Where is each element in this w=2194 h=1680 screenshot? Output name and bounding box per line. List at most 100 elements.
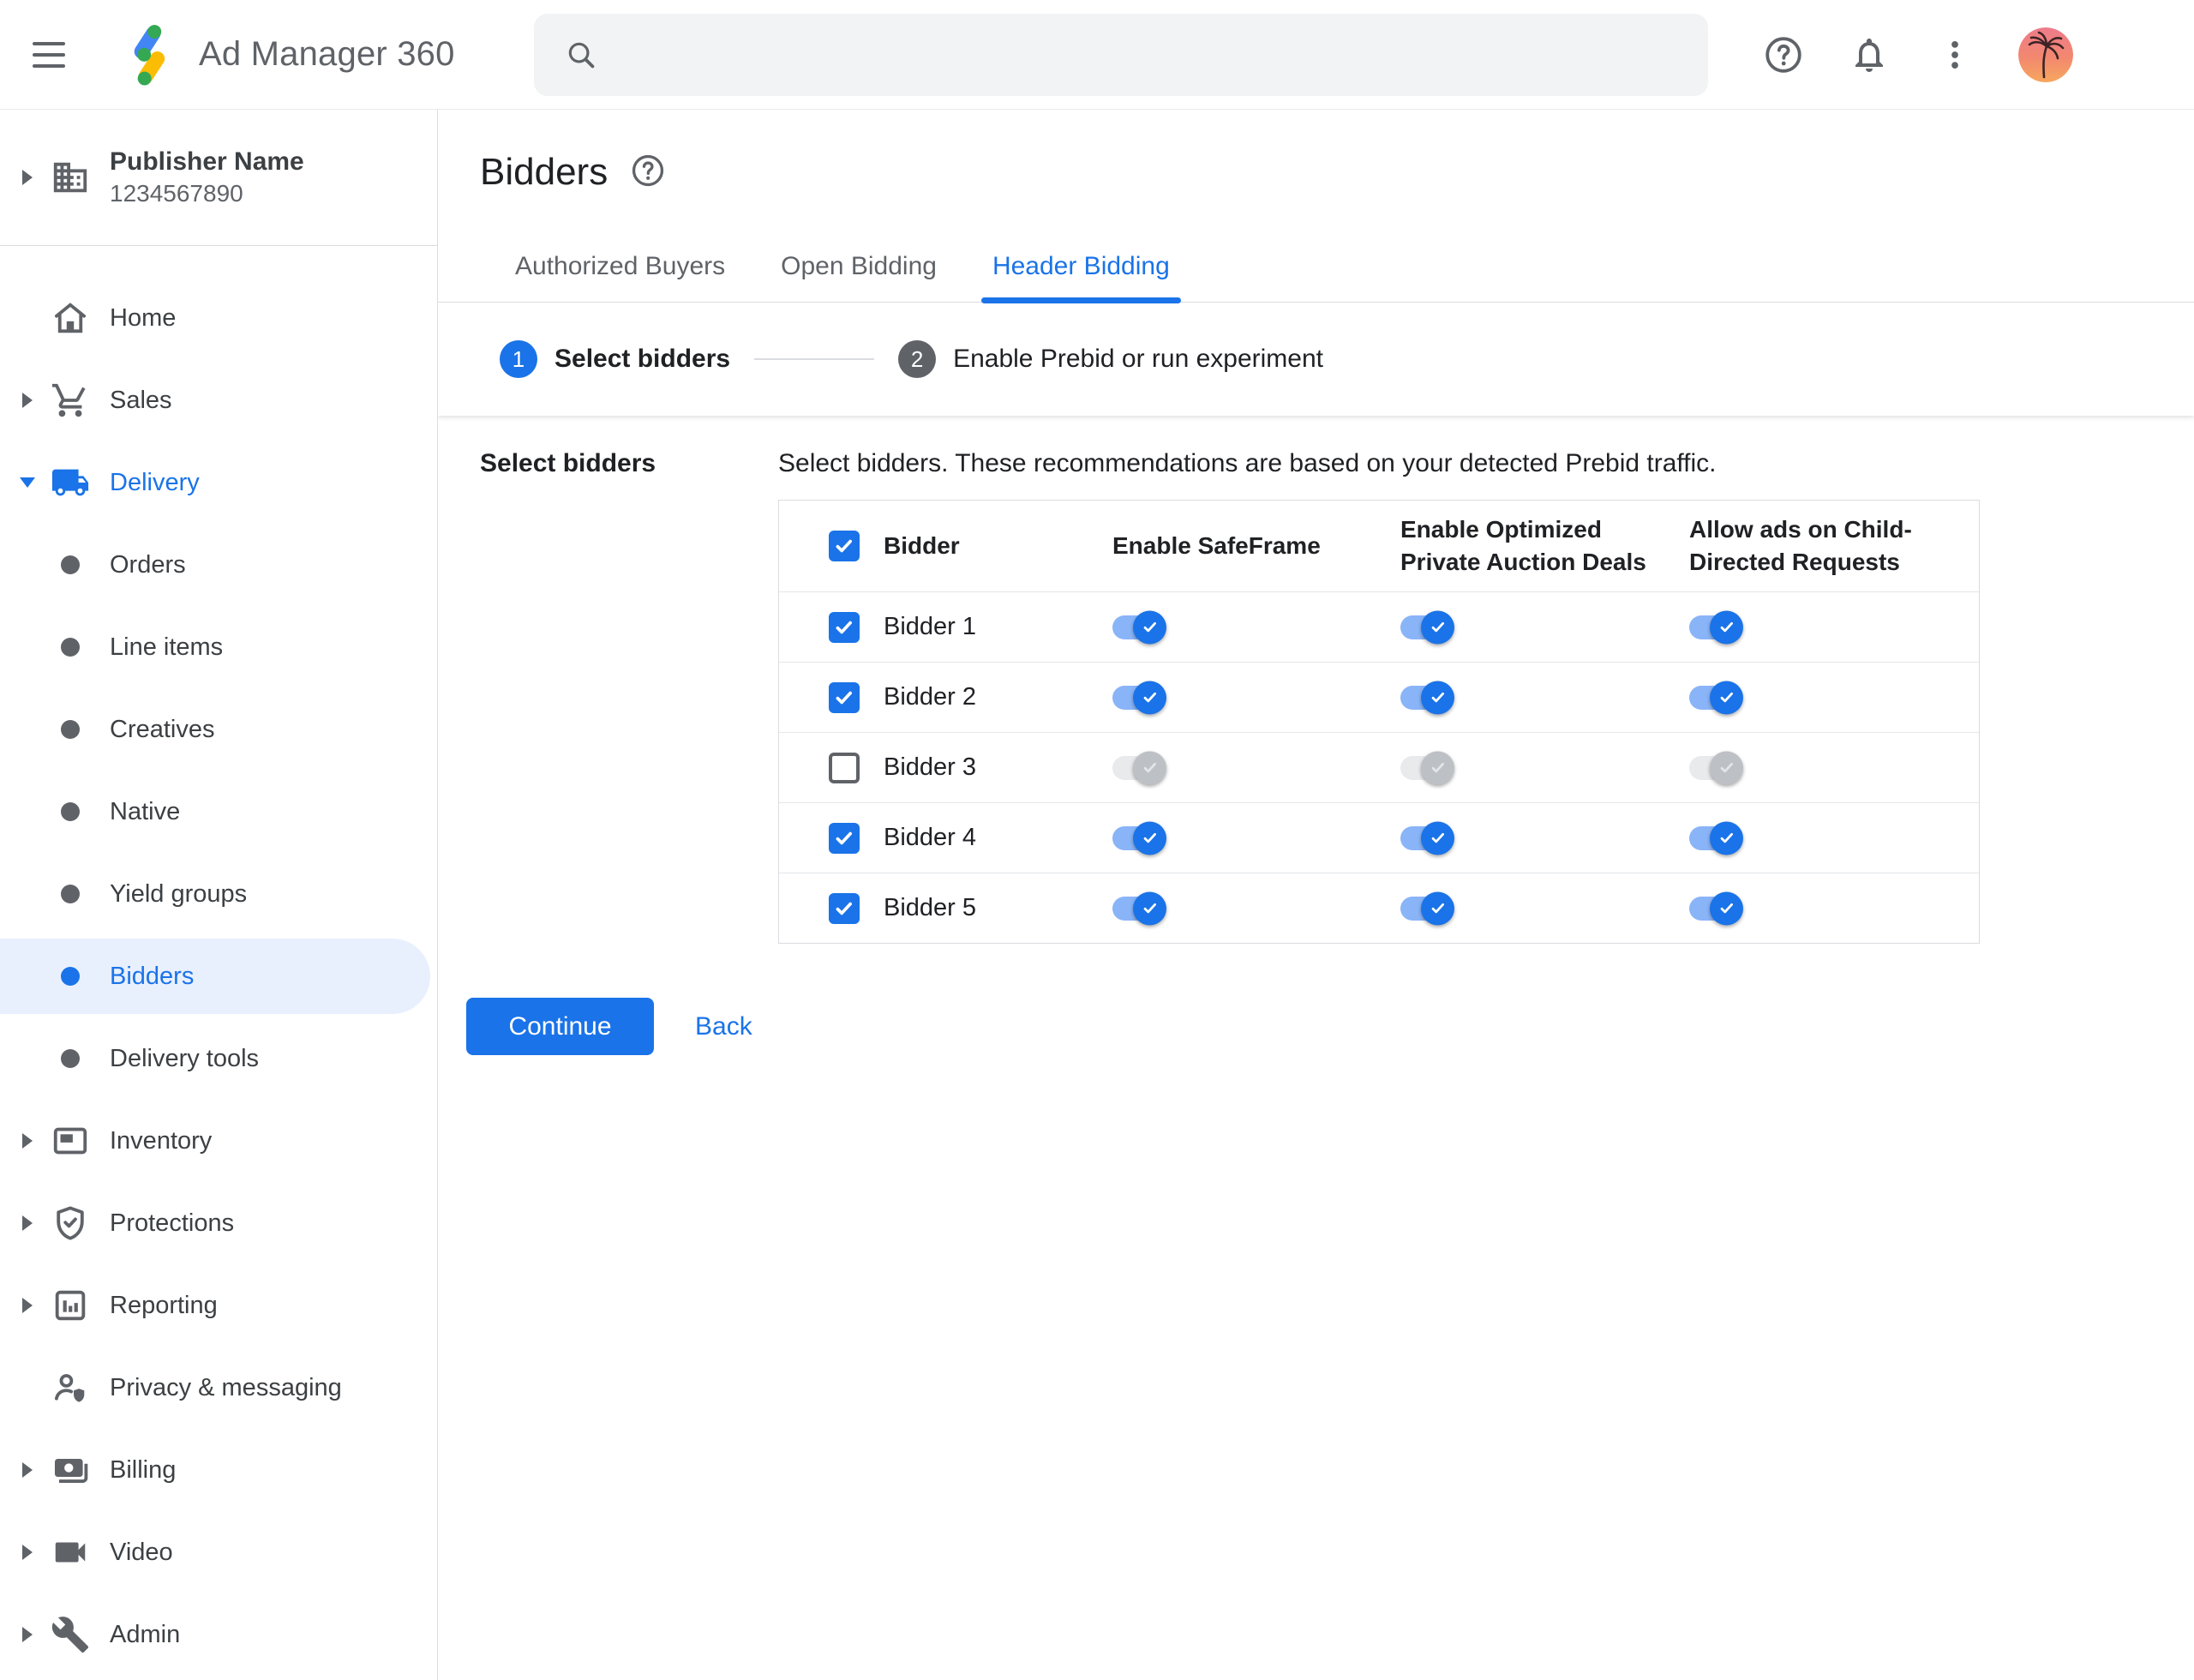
publisher-switcher[interactable]: Publisher Name 1234567890: [0, 110, 437, 246]
bidder-name: Bidder 5: [884, 894, 977, 921]
safeframe-toggle[interactable]: [1112, 751, 1166, 784]
sidebar-item-sales[interactable]: Sales: [0, 359, 437, 441]
tab-open-bidding[interactable]: Open Bidding: [781, 247, 937, 302]
sidebar-item-line-items[interactable]: Line items: [0, 606, 437, 688]
home-icon: [50, 297, 91, 339]
step-2-label: Enable Prebid or run experiment: [953, 345, 1323, 373]
help-icon[interactable]: [1761, 33, 1806, 77]
optimized-deals-toggle[interactable]: [1400, 681, 1454, 714]
tab-header-bidding[interactable]: Header Bidding: [980, 247, 1181, 303]
sidebar-item-label: Native: [110, 797, 181, 825]
notifications-icon[interactable]: [1847, 33, 1891, 77]
sidebar-item-home[interactable]: Home: [0, 277, 437, 359]
sidebar-item-privacy-messaging[interactable]: Privacy & messaging: [0, 1347, 437, 1429]
safeframe-toggle[interactable]: [1112, 821, 1166, 855]
payments-icon: [50, 1449, 91, 1491]
tab-authorized-buyers[interactable]: Authorized Buyers: [515, 247, 725, 302]
expand-caret-icon[interactable]: [10, 1545, 45, 1560]
sidebar-item-label: Protections: [110, 1209, 235, 1237]
sidebar-item-delivery-tools[interactable]: Delivery tools: [0, 1017, 437, 1100]
select-all-checkbox[interactable]: [829, 531, 860, 561]
optimized-deals-toggle[interactable]: [1400, 610, 1454, 644]
sidebar-item-label: Line items: [110, 633, 224, 661]
row-checkbox[interactable]: [829, 892, 860, 924]
optimized-deals-toggle[interactable]: [1400, 821, 1454, 855]
more-vert-icon[interactable]: [1933, 33, 1977, 77]
bullet-icon: [50, 709, 91, 750]
child-directed-toggle[interactable]: [1689, 821, 1743, 855]
video-camera-icon: [50, 1532, 91, 1573]
row-checkbox[interactable]: [829, 611, 860, 643]
sidebar-item-bidders[interactable]: Bidders: [0, 935, 437, 1017]
child-directed-toggle[interactable]: [1689, 681, 1743, 714]
child-directed-toggle[interactable]: [1689, 891, 1743, 925]
sidebar-item-yield-groups[interactable]: Yield groups: [0, 853, 437, 935]
bidder-name: Bidder 3: [884, 753, 977, 781]
sidebar-item-orders[interactable]: Orders: [0, 524, 437, 606]
expand-caret-icon[interactable]: [10, 1133, 45, 1149]
expand-caret-icon[interactable]: [10, 1298, 45, 1313]
sidebar-item-label: Delivery: [110, 468, 200, 496]
bullet-icon: [50, 956, 91, 997]
sidebar-item-native[interactable]: Native: [0, 771, 437, 853]
sidebar-item-reporting[interactable]: Reporting: [0, 1264, 437, 1347]
row-checkbox[interactable]: [829, 681, 860, 713]
sidebar-item-creatives[interactable]: Creatives: [0, 688, 437, 771]
person-shield-icon: [50, 1367, 91, 1408]
bidder-name: Bidder 4: [884, 824, 977, 851]
sidebar-item-admin[interactable]: Admin: [0, 1593, 437, 1676]
continue-button[interactable]: Continue: [466, 998, 654, 1055]
search-bar[interactable]: [533, 13, 1708, 96]
expand-caret-icon[interactable]: [10, 170, 45, 185]
row-checkbox[interactable]: [829, 822, 860, 854]
optimized-deals-toggle[interactable]: [1400, 891, 1454, 925]
sidebar-item-label: Video: [110, 1538, 173, 1566]
child-directed-toggle[interactable]: [1689, 751, 1743, 784]
table-row: Bidder 3: [779, 732, 1979, 802]
sidebar-item-label: Orders: [110, 550, 186, 579]
sidebar-item-protections[interactable]: Protections: [0, 1182, 437, 1264]
ad-manager-logo: [134, 24, 165, 86]
safeframe-toggle[interactable]: [1112, 891, 1166, 925]
inventory-icon: [50, 1120, 91, 1161]
step-content: Select bidders Select bidders. These rec…: [438, 416, 2194, 1055]
sidebar-item-label: Privacy & messaging: [110, 1373, 342, 1401]
sidebar-item-billing[interactable]: Billing: [0, 1429, 437, 1511]
column-header-safeframe: Enable SafeFrame: [1112, 532, 1321, 559]
avatar[interactable]: [2017, 27, 2073, 82]
expand-caret-icon[interactable]: [10, 393, 45, 408]
optimized-deals-toggle[interactable]: [1400, 751, 1454, 784]
search-input[interactable]: [617, 13, 1708, 96]
bar-chart-icon: [50, 1285, 91, 1326]
expand-caret-icon[interactable]: [10, 1215, 45, 1231]
row-checkbox[interactable]: [829, 752, 860, 783]
expand-caret-icon[interactable]: [10, 1462, 45, 1478]
page-header: Bidders Authorized Buyers Open Bidding H…: [438, 110, 2194, 416]
back-link[interactable]: Back: [695, 1012, 752, 1041]
shield-check-icon: [50, 1203, 91, 1244]
column-header-bidder: Bidder: [884, 532, 960, 559]
sidebar-item-inventory[interactable]: Inventory: [0, 1100, 437, 1182]
sidebar-item-label: Admin: [110, 1620, 181, 1648]
table-row: Bidder 2: [779, 662, 1979, 732]
sidebar-item-label: Creatives: [110, 715, 215, 743]
collapse-caret-icon[interactable]: [10, 477, 45, 488]
bullet-icon: [50, 544, 91, 585]
tab-bar: Authorized Buyers Open Bidding Header Bi…: [438, 247, 2194, 303]
help-icon[interactable]: [630, 153, 666, 193]
sidebar-item-delivery[interactable]: Delivery: [0, 441, 437, 524]
sidebar-item-label: Bidders: [110, 962, 195, 990]
wrench-icon: [50, 1614, 91, 1655]
shopping-cart-icon: [50, 380, 91, 421]
menu-icon[interactable]: [33, 31, 81, 79]
step-1-circle: 1: [500, 340, 537, 378]
safeframe-toggle[interactable]: [1112, 681, 1166, 714]
expand-caret-icon[interactable]: [10, 1627, 45, 1642]
sidebar-item-label: Sales: [110, 386, 172, 414]
bidder-name: Bidder 2: [884, 683, 977, 711]
sidebar-item-video[interactable]: Video: [0, 1511, 437, 1593]
safeframe-toggle[interactable]: [1112, 610, 1166, 644]
delivery-truck-icon: [50, 462, 91, 503]
sidebar-item-label: Reporting: [110, 1291, 218, 1319]
child-directed-toggle[interactable]: [1689, 610, 1743, 644]
